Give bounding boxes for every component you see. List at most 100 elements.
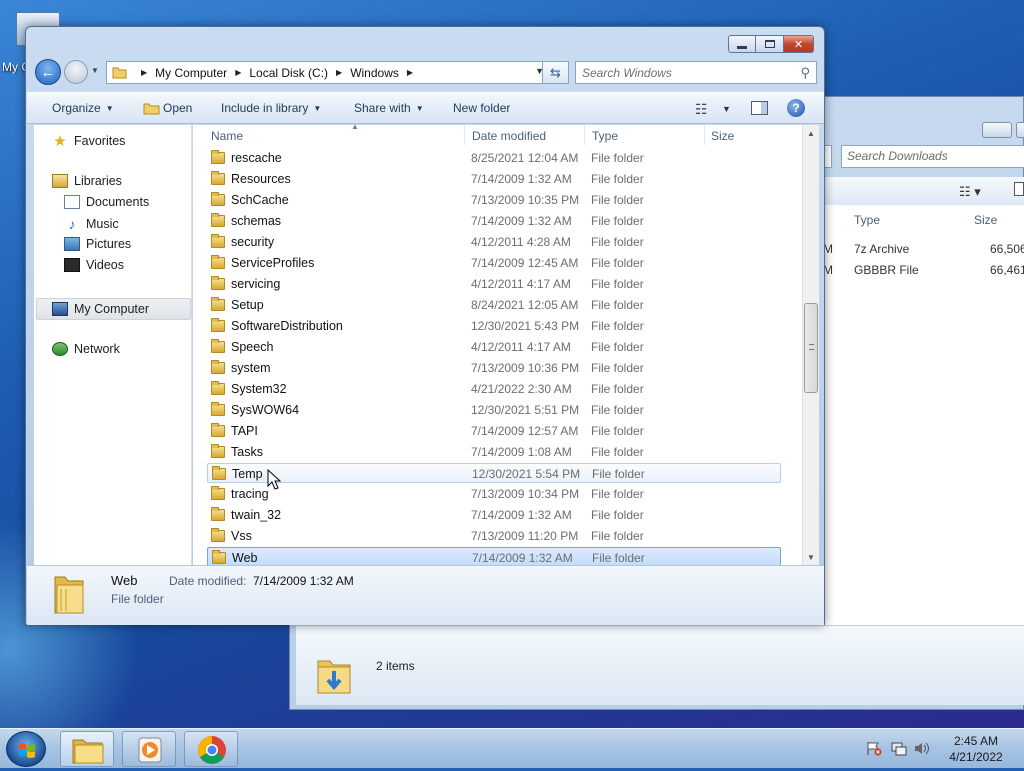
file-name: Resources	[231, 172, 291, 186]
file-row[interactable]: Tasks 7/14/2009 1:08 AM File folder	[207, 442, 781, 462]
recent-pages-dropdown[interactable]: ▼	[91, 66, 99, 75]
back-button[interactable]: ←	[35, 59, 61, 85]
file-row[interactable]: Resources 7/14/2009 1:32 AM File folder	[207, 169, 781, 189]
start-button[interactable]	[6, 731, 46, 767]
file-row[interactable]: Setup 8/24/2021 12:05 AM File folder	[207, 295, 781, 315]
bg-row-type[interactable]: 7z Archive	[854, 242, 909, 256]
file-name: SchCache	[231, 193, 289, 207]
bg-preview-pane-icon[interactable]	[1014, 182, 1024, 196]
nav-label: Videos	[86, 258, 124, 272]
file-date-modified: 4/12/2011 4:17 AM	[471, 340, 571, 354]
file-row[interactable]: schemas 7/14/2009 1:32 AM File folder	[207, 211, 781, 231]
forward-button[interactable]	[64, 60, 88, 84]
folder-icon	[211, 507, 225, 521]
taskbar-chrome[interactable]	[184, 731, 238, 767]
view-options-dropdown-icon[interactable]: ▼	[722, 104, 731, 114]
file-name: Web	[232, 551, 258, 565]
breadcrumb-local-disk[interactable]: Local Disk (C:)	[249, 66, 328, 80]
organize-button[interactable]: Organize ▼	[52, 101, 114, 115]
address-bar[interactable]: ▶ My Computer ▶ Local Disk (C:) ▶ Window…	[106, 61, 548, 84]
taskbar-windows-explorer[interactable]	[60, 731, 114, 767]
help-icon[interactable]: ?	[787, 99, 805, 117]
file-row[interactable]: ServiceProfiles 7/14/2009 12:45 AM File fo…	[207, 253, 781, 273]
taskbar-media-player[interactable]	[122, 731, 176, 767]
folder-icon	[211, 171, 225, 185]
search-icon[interactable]: ⚲	[800, 65, 810, 81]
nav-item-network[interactable]: Network	[52, 342, 120, 356]
volume-icon[interactable]	[914, 741, 930, 756]
breadcrumb-chevron-icon[interactable]: ▶	[235, 68, 241, 77]
bg-search-input[interactable]: Search Downloads	[841, 145, 1024, 168]
column-header-date-modified[interactable]: Date modified	[472, 125, 585, 145]
breadcrumb-chevron-icon[interactable]: ▶	[407, 68, 413, 77]
file-row[interactable]: Web 7/14/2009 1:32 AM File folder	[207, 547, 781, 567]
nav-item-favorites[interactable]: ★ Favorites	[52, 132, 125, 150]
nav-item-my-computer[interactable]: My Computer	[36, 298, 191, 320]
nav-label: Network	[74, 342, 120, 356]
file-row[interactable]: security 4/12/2011 4:28 AM File folder	[207, 232, 781, 252]
bg-row-type[interactable]: GBBBR File	[854, 263, 919, 277]
file-row[interactable]: system 7/13/2009 10:36 PM File folder	[207, 358, 781, 378]
explorer-window-windows[interactable]: ✕ ← ▼ ▶ My Computer ▶ Local Disk (C:) ▶ …	[25, 26, 825, 625]
search-placeholder: Search Windows	[582, 66, 672, 80]
file-row[interactable]: tracing 7/13/2009 10:34 PM File folder	[207, 484, 781, 504]
maximize-button[interactable]	[756, 35, 784, 53]
file-row[interactable]: SchCache 7/13/2009 10:35 PM File folder	[207, 190, 781, 210]
breadcrumb-my-computer[interactable]: My Computer	[155, 66, 227, 80]
column-header-size[interactable]: Size	[711, 125, 791, 145]
file-row[interactable]: TAPI 7/14/2009 12:57 AM File folder	[207, 421, 781, 441]
nav-item-videos[interactable]: Videos	[64, 258, 124, 272]
preview-pane-icon[interactable]	[751, 101, 768, 115]
column-header-type[interactable]: Type	[592, 125, 705, 145]
file-type: File folder	[592, 467, 645, 481]
open-button[interactable]: Open	[163, 101, 192, 115]
file-row[interactable]: SoftwareDistribution 12/30/2021 5:43 PM Fi…	[207, 316, 781, 336]
change-view-icon[interactable]: ☷	[695, 101, 708, 118]
file-row[interactable]: Speech 4/12/2011 4:17 AM File folder	[207, 337, 781, 357]
file-name: Speech	[231, 340, 274, 354]
refresh-button[interactable]: ⇆	[542, 61, 569, 84]
scrollbar-thumb[interactable]	[804, 303, 818, 393]
include-in-library-button[interactable]: Include in library ▼	[221, 101, 321, 115]
file-type: File folder	[591, 319, 644, 333]
details-item-type: File folder	[111, 592, 164, 606]
new-folder-button[interactable]: New folder	[453, 101, 510, 115]
file-row[interactable]: rescache 8/25/2021 12:04 AM File folder	[207, 148, 781, 168]
nav-item-pictures[interactable]: Pictures	[64, 237, 131, 251]
open-label: Open	[163, 101, 193, 115]
network-icon[interactable]	[891, 741, 907, 756]
file-row[interactable]: Vss 7/13/2009 11:20 PM File folder	[207, 526, 781, 546]
vertical-scrollbar[interactable]: ▲ ▼	[802, 125, 819, 565]
close-icon: ✕	[793, 38, 804, 51]
folders-icon	[72, 739, 104, 764]
file-row[interactable]: System32 4/21/2022 2:30 AM File folder	[207, 379, 781, 399]
folder-icon	[112, 67, 127, 79]
file-type: File folder	[591, 382, 644, 396]
file-row[interactable]: SysWOW64 12/30/2021 5:51 PM File folder	[207, 400, 781, 420]
action-center-flag-icon[interactable]	[866, 741, 882, 756]
breadcrumb-chevron-icon[interactable]: ▶	[336, 68, 342, 77]
file-row[interactable]: servicing 4/12/2011 4:17 AM File folder	[207, 274, 781, 294]
nav-item-libraries[interactable]: Libraries	[52, 174, 122, 188]
search-input[interactable]: Search Windows ⚲	[575, 61, 817, 84]
bg-minimize-button[interactable]	[982, 122, 1012, 138]
system-clock[interactable]: 2:45 AM 4/21/2022	[936, 733, 1016, 765]
nav-item-documents[interactable]: Documents	[64, 195, 149, 209]
bg-column-size[interactable]: Size	[974, 213, 997, 227]
minimize-button[interactable]	[728, 35, 756, 53]
scroll-down-icon[interactable]: ▼	[803, 549, 819, 565]
file-type: File folder	[591, 487, 644, 501]
file-row[interactable]: twain_32 7/14/2009 1:32 AM File folder	[207, 505, 781, 525]
scroll-up-icon[interactable]: ▲	[803, 125, 819, 141]
file-row[interactable]: Temp 12/30/2021 5:54 PM File folder	[207, 463, 781, 483]
share-with-button[interactable]: Share with ▼	[354, 101, 424, 115]
close-button[interactable]: ✕	[784, 35, 814, 53]
breadcrumb-windows[interactable]: Windows	[350, 66, 399, 80]
nav-label: Libraries	[74, 174, 122, 188]
bg-column-type[interactable]: Type	[854, 213, 880, 227]
bg-maximize-button[interactable]	[1016, 122, 1024, 138]
column-header-name[interactable]: ▲ Name	[211, 122, 465, 145]
nav-item-music[interactable]: ♪ Music	[64, 216, 119, 232]
bg-view-options-icon[interactable]: ☷ ▾	[959, 184, 981, 200]
breadcrumb-chevron-icon[interactable]: ▶	[141, 68, 147, 77]
